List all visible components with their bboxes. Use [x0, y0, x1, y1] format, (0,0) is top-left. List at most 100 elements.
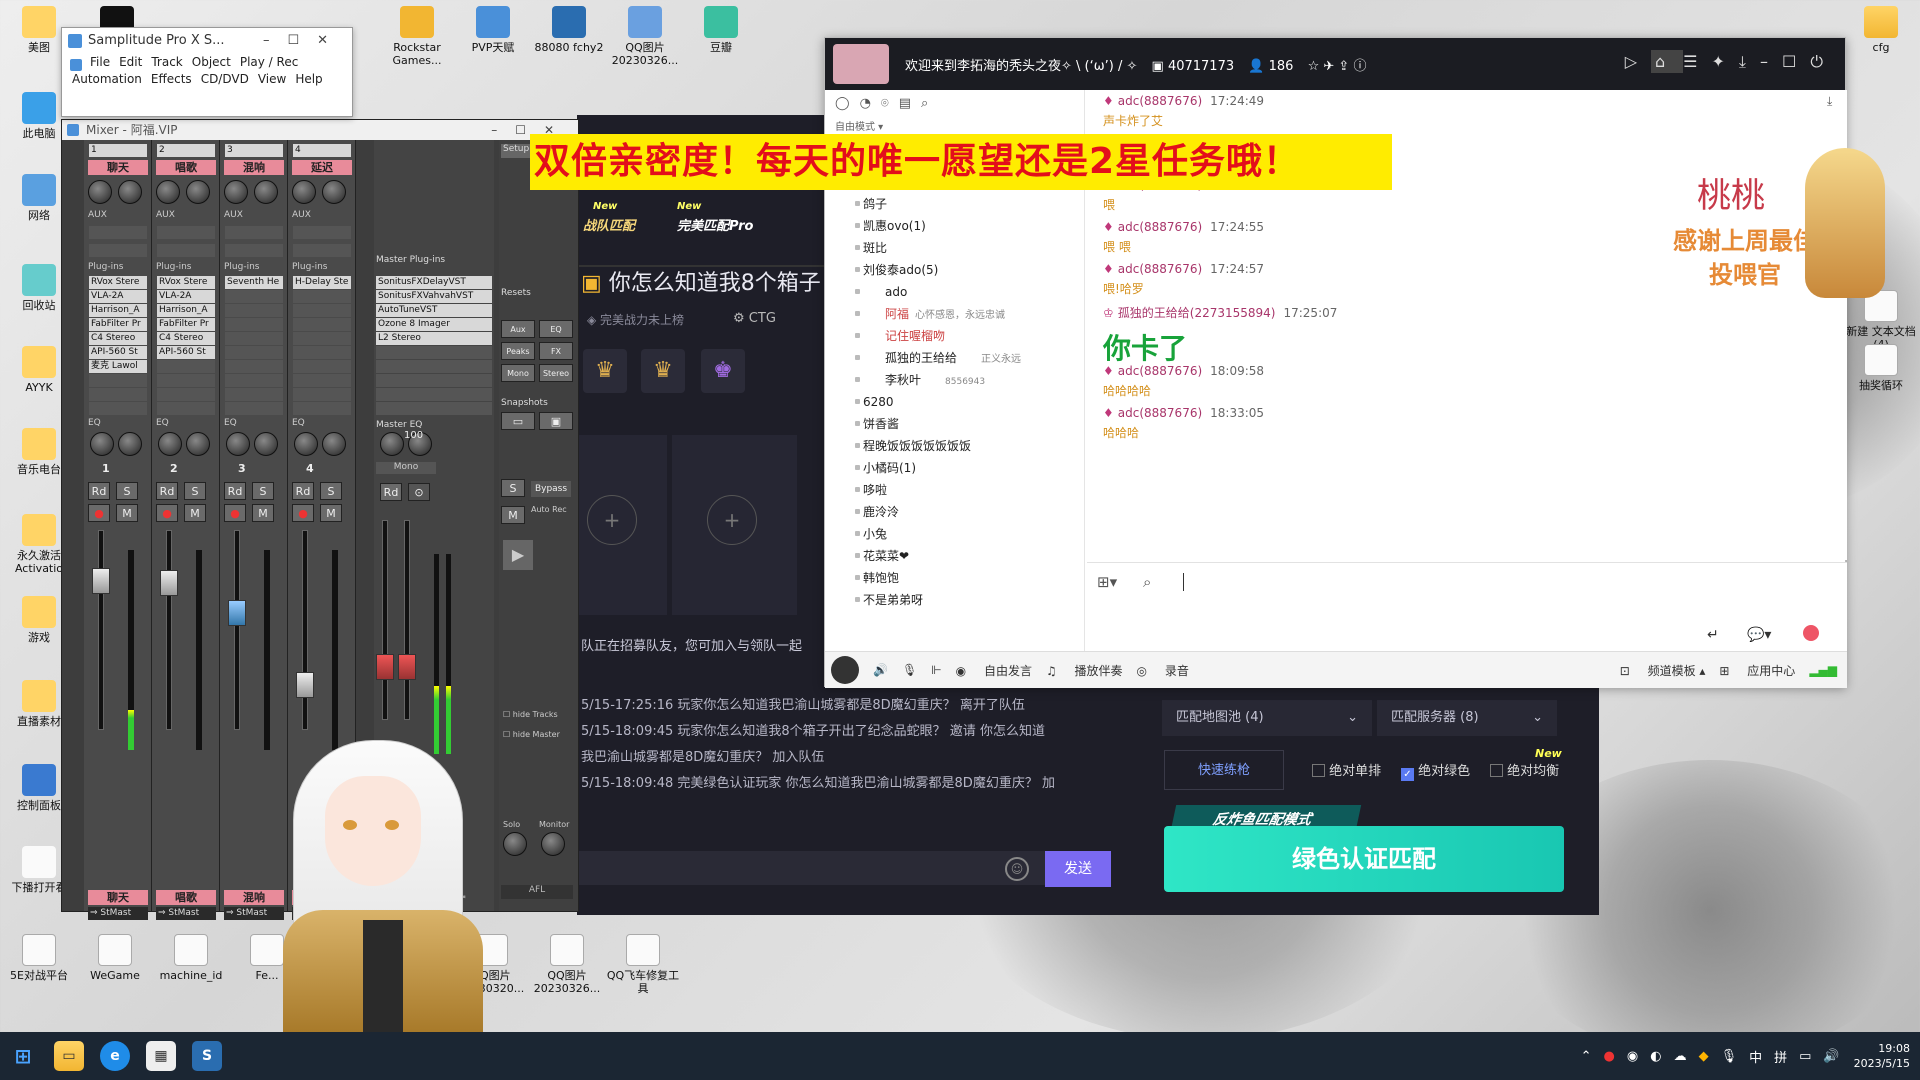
plugin-slot[interactable]	[89, 402, 147, 415]
message-author[interactable]: adc(8887676)	[1118, 262, 1202, 276]
play-accompaniment[interactable]: ♫ 播放伴奏	[1046, 662, 1123, 679]
board-icon[interactable]: ▤	[899, 96, 921, 111]
gain-knob[interactable]	[224, 180, 248, 204]
plugin-slot[interactable]	[293, 332, 351, 345]
peaks-reset-button[interactable]: Peaks	[501, 342, 535, 360]
solo-button[interactable]: S	[320, 482, 342, 500]
plugin-slot[interactable]: Seventh He	[225, 276, 283, 289]
afl-button[interactable]: AFL	[501, 885, 573, 899]
maximize-icon[interactable]: ☐	[1782, 52, 1810, 71]
message-author[interactable]: adc(8887676)	[1118, 94, 1202, 108]
store-icon[interactable]: ▦	[146, 1041, 176, 1071]
desktop-icon[interactable]: 88080 fchy2	[530, 6, 608, 54]
user-list-item[interactable]: 哆啦	[825, 479, 1084, 501]
channel-name[interactable]: 聊天	[88, 160, 148, 175]
chat-input-area[interactable]: ⊞▾ ⌕ ↵ 💬▾	[1087, 562, 1847, 651]
star-icon[interactable]: ☆	[1308, 59, 1320, 74]
solo-knob[interactable]	[503, 832, 527, 856]
plugin-slot[interactable]	[225, 290, 283, 303]
bypass-button[interactable]: Bypass	[531, 481, 571, 497]
app-center[interactable]: ⊞ 应用中心	[1719, 662, 1795, 679]
aux-slot[interactable]	[89, 226, 147, 239]
plugin-slot[interactable]	[293, 290, 351, 303]
green-match-button[interactable]: 绿色认证匹配	[1164, 826, 1564, 892]
option-balance[interactable]: 绝对均衡	[1490, 760, 1559, 779]
edge-icon[interactable]: e	[100, 1041, 130, 1071]
read-button[interactable]: Rd	[88, 482, 110, 500]
plane-icon[interactable]: ✈	[1323, 59, 1334, 74]
gain-knob[interactable]	[186, 180, 210, 204]
input-select[interactable]: 4	[293, 144, 351, 157]
volume-fader[interactable]	[234, 530, 240, 730]
hide-master-toggle[interactable]: ☐ hide Master	[503, 730, 560, 739]
plugin-slot[interactable]	[293, 388, 351, 401]
gain-knob[interactable]	[156, 180, 180, 204]
user-list-item[interactable]: 鹿泠泠	[825, 501, 1084, 523]
mute-bus-button[interactable]: M	[501, 506, 525, 524]
gain-knob[interactable]	[254, 180, 278, 204]
play-icon[interactable]: ▶	[503, 540, 533, 570]
mic-icon[interactable]: 🎙	[902, 663, 917, 677]
speaker-icon[interactable]: 🔊	[873, 663, 888, 677]
volume-icon[interactable]: 🔊	[1823, 1049, 1839, 1064]
menu-play-rec[interactable]: Play / Rec	[240, 55, 298, 69]
gain-knob[interactable]	[88, 180, 112, 204]
gamepad-icon[interactable]: ✦	[1712, 52, 1739, 71]
master-pan-knob[interactable]	[380, 432, 404, 456]
ime-indicator[interactable]: 中	[1749, 1047, 1762, 1066]
volume-fader[interactable]	[98, 530, 104, 730]
plugin-slot[interactable]	[225, 360, 283, 373]
rose-icon[interactable]	[1803, 625, 1819, 641]
network-icon[interactable]: ▭	[1799, 1049, 1811, 1064]
menu-cd-dvd[interactable]: CD/DVD	[201, 72, 249, 86]
aux-slot[interactable]	[225, 244, 283, 257]
master-fader-cap[interactable]	[398, 654, 416, 680]
aux-slot[interactable]	[293, 226, 351, 239]
window-controls[interactable]: –☐✕	[263, 28, 346, 54]
menu-edit[interactable]: Edit	[119, 55, 142, 69]
steam-icon[interactable]: ☁	[1674, 1049, 1687, 1064]
fader-cap[interactable]	[92, 568, 110, 594]
menu-file[interactable]: File	[90, 55, 110, 69]
desktop-icon[interactable]: Rockstar Games...	[378, 6, 456, 67]
user-list-item[interactable]: 孤独的王给给 正义永远	[825, 347, 1084, 369]
record-button[interactable]: ●	[88, 504, 110, 522]
user-list-item[interactable]: 6280	[825, 391, 1084, 413]
message-author[interactable]: 孤独的王给给(2273155894)	[1118, 306, 1276, 320]
plugin-slot[interactable]: API-560 St	[157, 346, 215, 359]
desktop-icon[interactable]: QQ飞车修复工具	[604, 934, 682, 995]
send-button[interactable]: 发送	[1045, 851, 1111, 887]
plugin-slot[interactable]	[293, 318, 351, 331]
tray-app-icon[interactable]: ◆	[1699, 1049, 1709, 1064]
plugin-slot[interactable]: C4 Stereo	[157, 332, 215, 345]
channel-name[interactable]: 混响	[224, 160, 284, 175]
option-green[interactable]: ✓ 绝对绿色	[1401, 760, 1470, 781]
read-button[interactable]: Rd	[156, 482, 178, 500]
master-plugin-slot[interactable]	[376, 374, 492, 387]
search-icon[interactable]: ⌕	[921, 96, 938, 111]
plugin-slot[interactable]: VLA-2A	[89, 290, 147, 303]
plugin-slot[interactable]: API-560 St	[89, 346, 147, 359]
pan-knob[interactable]	[158, 432, 182, 456]
plugin-slot[interactable]: C4 Stereo	[89, 332, 147, 345]
master-plugin-slot[interactable]: Ozone 8 Imager	[376, 318, 492, 331]
search-image-icon[interactable]: ⌕	[1143, 573, 1151, 591]
user-list-item[interactable]: 韩饱饱	[825, 567, 1084, 589]
plugin-slot[interactable]	[225, 304, 283, 317]
record[interactable]: ◎ 录音	[1137, 662, 1189, 679]
fader-cap[interactable]	[296, 672, 314, 698]
channel-name[interactable]: 唱歌	[156, 160, 216, 175]
emoji-icon[interactable]: ☺	[1005, 857, 1029, 881]
download-icon[interactable]: ⤓	[1739, 52, 1760, 71]
power-icon[interactable]: ⏻	[1810, 52, 1837, 71]
user-list-item[interactable]: 鸽子	[825, 193, 1084, 215]
gain-knob[interactable]	[118, 180, 142, 204]
user-list-item[interactable]: 小兔	[825, 523, 1084, 545]
samplitude-taskbar-icon[interactable]: S	[192, 1041, 222, 1071]
info-icon[interactable]: ⓘ	[1353, 59, 1366, 74]
plugin-slot[interactable]: VLA-2A	[157, 290, 215, 303]
snapshot-save-button[interactable]: ▣	[539, 412, 573, 430]
solo-button[interactable]: S	[116, 482, 138, 500]
mono-button[interactable]: Mono	[376, 462, 436, 474]
explorer-icon[interactable]: ▭	[54, 1041, 84, 1071]
